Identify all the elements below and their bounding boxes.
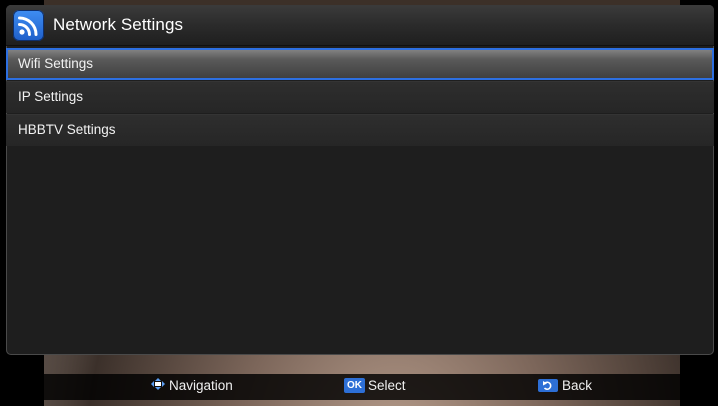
help-select-label: Select (368, 378, 406, 393)
window-titlebar: Network Settings (6, 5, 714, 46)
help-navigation-label: Navigation (169, 378, 233, 393)
back-key-icon (538, 379, 558, 392)
key-help-bar: Navigation OK Select Back (44, 374, 680, 400)
menu-item-label: HBBTV Settings (18, 122, 116, 137)
help-navigation: Navigation (151, 378, 233, 393)
menu-item-ip-settings[interactable]: IP Settings (6, 81, 714, 113)
menu-item-wifi-settings[interactable]: Wifi Settings (6, 48, 714, 80)
settings-menu: Wifi Settings IP Settings HBBTV Settings (6, 48, 714, 147)
menu-item-label: IP Settings (18, 89, 84, 104)
navigation-arrows-icon (151, 378, 165, 393)
window-title: Network Settings (53, 15, 184, 34)
ok-key-icon: OK (344, 378, 365, 393)
help-back-label: Back (562, 378, 593, 393)
menu-item-hbbtv-settings[interactable]: HBBTV Settings (6, 114, 714, 146)
rss-network-icon (13, 10, 44, 41)
help-back: Back (538, 378, 592, 393)
menu-item-label: Wifi Settings (18, 56, 94, 71)
help-select: OK Select (344, 378, 406, 393)
network-settings-window: Network Settings Wifi Settings IP Settin… (6, 5, 714, 355)
